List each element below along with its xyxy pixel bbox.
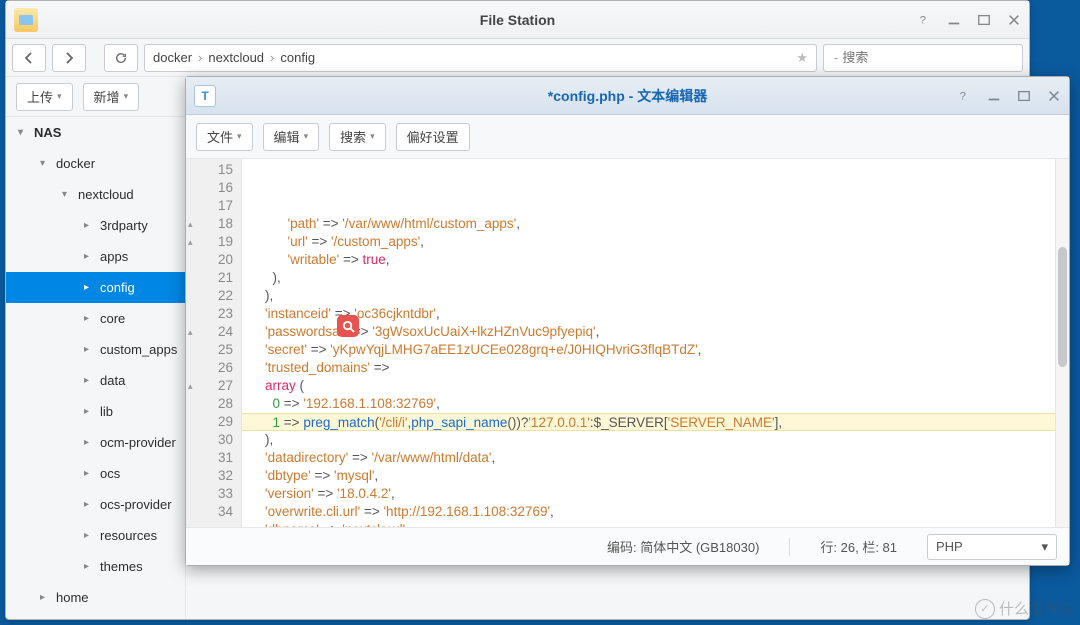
tree-item[interactable]: ▸data [6, 365, 185, 396]
line-gutter: 15161718▴19▴2021222324▴252627▴2829303132… [186, 159, 242, 527]
tree-item[interactable]: ▸apps [6, 241, 185, 272]
tree-item[interactable]: ▸themes [6, 551, 185, 582]
close-icon[interactable] [1005, 11, 1023, 29]
upload-button[interactable]: 上传▾ [16, 83, 73, 111]
svg-text:?: ? [920, 15, 926, 27]
tree-item[interactable]: ▸lib [6, 396, 185, 427]
te-title: *config.php - 文本编辑器 [186, 86, 1069, 106]
search-menu-button[interactable]: 搜索▾ [329, 123, 386, 151]
maximize-icon[interactable] [975, 11, 993, 29]
encoding-value: 简体中文 (GB18030) [640, 540, 759, 555]
status-bar: 编码: 简体中文 (GB18030) 行: 26, 栏: 81 PHP▾ [186, 527, 1069, 565]
magnifier-icon [337, 315, 359, 337]
tree-item[interactable]: ▸custom_apps [6, 334, 185, 365]
back-button[interactable] [12, 44, 46, 72]
tree-item[interactable]: ▾docker [6, 148, 185, 179]
file-menu-button[interactable]: 文件▾ [196, 123, 253, 151]
minimize-icon[interactable] [985, 87, 1003, 105]
new-button[interactable]: 新增▾ [83, 83, 140, 111]
encoding-label: 编码: [607, 540, 637, 555]
tree-item[interactable]: ▸home [6, 582, 185, 613]
tree-item[interactable]: ▸ocs-provider [6, 489, 185, 520]
breadcrumb-seg[interactable]: nextcloud [208, 50, 264, 65]
language-select[interactable]: PHP▾ [927, 534, 1057, 560]
te-toolbar: 文件▾ 编辑▾ 搜索▾ 偏好设置 [186, 115, 1069, 159]
sidebar: 上传▾ 新增▾ ▾NAS ▾docker▾nextcloud▸3rdparty▸… [6, 77, 186, 619]
vertical-scrollbar[interactable] [1055, 159, 1069, 527]
code-area[interactable]: 'path' => '/var/www/html/custom_apps', '… [242, 159, 1069, 527]
search-input[interactable] [842, 50, 1018, 65]
tree-item[interactable]: ▾nextcloud [6, 179, 185, 210]
tree-item[interactable]: ▸ocm-provider [6, 427, 185, 458]
edit-menu-button[interactable]: 编辑▾ [263, 123, 320, 151]
folder-icon [14, 8, 38, 32]
preferences-button[interactable]: 偏好设置 [396, 123, 470, 151]
maximize-icon[interactable] [1015, 87, 1033, 105]
fs-titlebar[interactable]: File Station ? [6, 1, 1029, 39]
tree-item[interactable]: ▸core [6, 303, 185, 334]
text-editor-icon [194, 85, 216, 107]
tree-item[interactable]: ▸ocs [6, 458, 185, 489]
te-titlebar[interactable]: *config.php - 文本编辑器 ? [186, 77, 1069, 115]
forward-button[interactable] [52, 44, 86, 72]
breadcrumb-seg[interactable]: config [280, 50, 315, 65]
reload-button[interactable] [104, 44, 138, 72]
close-icon[interactable] [1045, 87, 1063, 105]
tree-root[interactable]: ▾NAS [6, 117, 185, 148]
text-editor-window: *config.php - 文本编辑器 ? 文件▾ 编辑▾ 搜索▾ 偏好设置 1… [185, 76, 1070, 566]
minimize-icon[interactable] [945, 11, 963, 29]
fs-title: File Station [6, 12, 1029, 28]
breadcrumb-seg[interactable]: docker [153, 50, 192, 65]
search-box[interactable]: - [823, 44, 1023, 72]
help-icon[interactable]: ? [955, 87, 973, 105]
fs-toolbar: docker› nextcloud› config ★ - [6, 39, 1029, 77]
folder-tree: ▾NAS ▾docker▾nextcloud▸3rdparty▸apps▸con… [6, 117, 185, 613]
tree-item[interactable]: ▸3rdparty [6, 210, 185, 241]
tree-item[interactable]: ▸resources [6, 520, 185, 551]
favorite-icon[interactable]: ★ [796, 50, 808, 66]
breadcrumb[interactable]: docker› nextcloud› config ★ [144, 44, 817, 72]
tree-item[interactable]: ▸config [6, 272, 185, 303]
code-editor[interactable]: 15161718▴19▴2021222324▴252627▴2829303132… [186, 159, 1069, 527]
scrollbar-thumb[interactable] [1058, 247, 1067, 367]
help-icon[interactable]: ? [915, 11, 933, 29]
cursor-position: 行: 26, 栏: 81 [820, 537, 897, 556]
svg-text:?: ? [960, 91, 966, 103]
